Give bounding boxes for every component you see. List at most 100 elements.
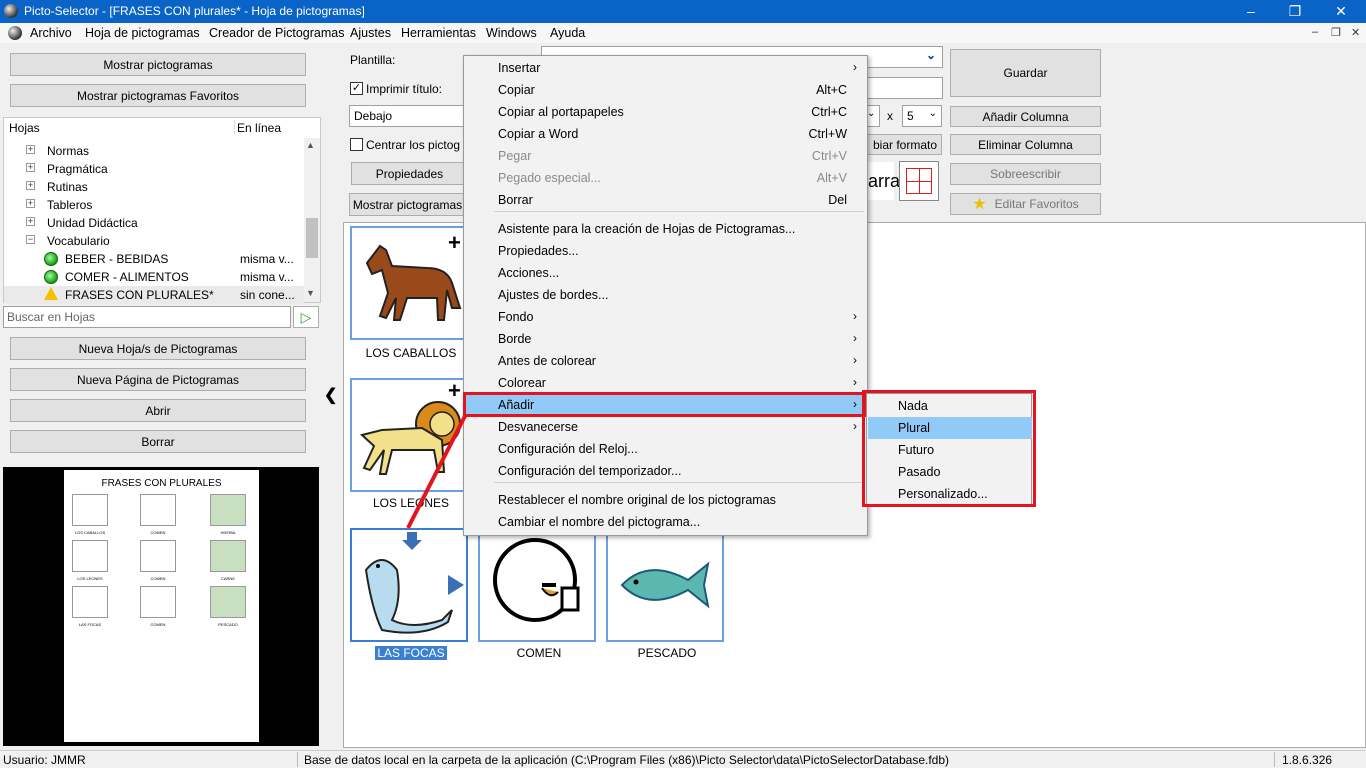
- preview-picto-label: CARNE: [220, 576, 235, 581]
- mdi-close-icon[interactable]: ✕: [1351, 26, 1360, 39]
- edit-favorites-button[interactable]: ★ Editar Favoritos: [950, 193, 1101, 215]
- context-menu-item-copiar-a-word[interactable]: Copiar a Word Ctrl+W: [464, 123, 867, 145]
- menu-windows[interactable]: Windows: [486, 26, 537, 40]
- restore-icon[interactable]: ❐: [1272, 0, 1318, 23]
- grid-layout-icon[interactable]: [899, 161, 939, 201]
- show-favorites-button[interactable]: Mostrar pictogramas Favoritos: [10, 84, 306, 107]
- context-menu-item-pegado-especial[interactable]: Pegado especial... Alt+V: [464, 167, 867, 189]
- show-pictos-toolbar-button[interactable]: Mostrar pictogramas: [349, 193, 466, 216]
- context-menu-item-configuración-del-reloj[interactable]: Configuración del Reloj...: [464, 438, 867, 460]
- context-menu-item-insertar[interactable]: Insertar ›: [464, 57, 867, 79]
- menu-ayuda[interactable]: Ayuda: [550, 26, 585, 40]
- tree-item-frases-plurales[interactable]: FRASES CON PLURALES* sin cone...: [4, 286, 304, 304]
- new-page-button[interactable]: Nueva Página de Pictogramas: [10, 368, 306, 391]
- save-button[interactable]: Guardar: [950, 49, 1101, 97]
- menu-separator: [494, 482, 864, 483]
- tree-group-unidad-didactica[interactable]: + Unidad Didáctica: [4, 214, 304, 232]
- preview-picto-label: HIERBA: [220, 530, 236, 535]
- minimize-icon[interactable]: –: [1228, 0, 1274, 23]
- center-pictos-checkbox[interactable]: [350, 138, 363, 151]
- chevron-right-icon: ›: [853, 353, 857, 367]
- preview-picto: [72, 586, 108, 618]
- context-menu-item-fondo[interactable]: Fondo ›: [464, 306, 867, 328]
- page-preview: FRASES CON PLURALES LOS CABALLOS COMEN HIE…: [3, 467, 319, 746]
- chevron-right-icon: ›: [853, 309, 857, 323]
- context-menu-item-pegar[interactable]: Pegar Ctrl+V: [464, 145, 867, 167]
- svg-text:+: +: [448, 380, 461, 403]
- tree-group-tableros[interactable]: + Tableros: [4, 196, 304, 214]
- tree-item-beber-bebidas[interactable]: BEBER - BEBIDAS misma v...: [4, 250, 304, 268]
- context-menu-item-copiar-al-portapapeles[interactable]: Copiar al portapapeles Ctrl+C: [464, 101, 867, 123]
- search-go-button[interactable]: ▷: [293, 306, 319, 328]
- tree-group-rutinas[interactable]: + Rutinas: [4, 178, 304, 196]
- menu-creador-pictogramas[interactable]: Creador de Pictogramas: [209, 26, 344, 40]
- picto-cell[interactable]: [606, 528, 724, 642]
- preview-picto: [210, 494, 246, 526]
- context-menu-item-restablecer-el-nombre-original-de-los-pictogramas[interactable]: Restablecer el nombre original de los pi…: [464, 489, 867, 511]
- context-menu-item-borrar[interactable]: Borrar Del: [464, 189, 867, 211]
- tree-scrollbar[interactable]: ▲ ▼: [304, 138, 320, 302]
- chevron-down-icon: ⌄: [925, 48, 936, 62]
- picto-label: COMEN: [516, 646, 562, 660]
- picto-cell[interactable]: [478, 528, 596, 642]
- scroll-up-icon[interactable]: ▲: [306, 140, 315, 150]
- properties-button[interactable]: Propiedades: [351, 162, 468, 185]
- menu-hoja-pictogramas[interactable]: Hoja de pictogramas: [85, 26, 200, 40]
- scroll-down-icon[interactable]: ▼: [306, 288, 315, 298]
- mdi-restore-icon[interactable]: ❐: [1331, 26, 1341, 39]
- sheets-tree[interactable]: Hojas En línea + Normas + Pragmática + Ruti…: [3, 117, 321, 304]
- delete-column-button[interactable]: Eliminar Columna: [950, 134, 1101, 155]
- tree-header-sheets[interactable]: Hojas: [9, 121, 40, 135]
- add-column-button[interactable]: Añadir Columna: [950, 106, 1101, 127]
- fish-icon: [620, 561, 710, 609]
- tree-group-vocabulario[interactable]: − Vocabulario: [4, 232, 304, 250]
- collapse-panel-icon[interactable]: ❮: [324, 385, 337, 405]
- print-title-checkbox[interactable]: ✓: [350, 82, 363, 95]
- preview-picto: [210, 540, 246, 572]
- new-sheet-button[interactable]: Nueva Hoja/s de Pictogramas: [10, 337, 306, 360]
- change-format-button[interactable]: biar formato: [866, 134, 942, 155]
- preview-picto-label: LOS CABALLOS: [74, 530, 106, 535]
- mdi-minimize-icon[interactable]: –: [1312, 26, 1318, 38]
- close-icon[interactable]: ✕: [1318, 0, 1364, 23]
- print-title-label: Imprimir título:: [366, 82, 443, 96]
- context-menu-item-ajustes-de-bordes[interactable]: Ajustes de bordes...: [464, 284, 867, 306]
- context-menu-item-propiedades[interactable]: Propiedades...: [464, 240, 867, 262]
- status-user: Usuario: JMMR: [3, 753, 86, 767]
- open-button[interactable]: Abrir: [10, 399, 306, 422]
- context-menu-item-asistente-para-la-creación-de-hojas-de-pictogramas[interactable]: Asistente para la creación de Hojas de P…: [464, 218, 867, 240]
- context-menu-item-colorear[interactable]: Colorear ›: [464, 372, 867, 394]
- menu-herramientas[interactable]: Herramientas: [401, 26, 476, 40]
- chevron-right-icon: ›: [853, 60, 857, 74]
- rows-select[interactable]: ⌄: [866, 105, 880, 127]
- preview-picto: [210, 586, 246, 618]
- context-menu-item-borde[interactable]: Borde ›: [464, 328, 867, 350]
- menu-archivo[interactable]: Archivo: [30, 26, 72, 40]
- preview-page: FRASES CON PLURALES LOS CABALLOS COMEN HIE…: [64, 470, 259, 742]
- status-ok-icon: [44, 270, 58, 284]
- tree-group-pragmatica[interactable]: + Pragmática: [4, 160, 304, 178]
- tree-group-normas[interactable]: + Normas: [4, 142, 304, 160]
- picto-cell-selected[interactable]: [350, 528, 468, 642]
- horse-icon: +: [365, 230, 462, 321]
- context-menu-item-desvanecerse[interactable]: Desvanecerse ›: [464, 416, 867, 438]
- scroll-thumb[interactable]: [306, 218, 318, 258]
- x-label: x: [887, 109, 893, 123]
- overwrite-button[interactable]: Sobreescribir: [950, 163, 1101, 185]
- menu-ajustes[interactable]: Ajustes: [350, 26, 391, 40]
- context-menu-item-antes-de-colorear[interactable]: Antes de colorear ›: [464, 350, 867, 372]
- cols-select[interactable]: 5 ⌄: [902, 105, 942, 127]
- context-menu-item-configuración-del-temporizador[interactable]: Configuración del temporizador...: [464, 460, 867, 482]
- delete-button[interactable]: Borrar: [10, 430, 306, 453]
- tree-item-comer-alimentos[interactable]: COMER - ALIMENTOS misma v...: [4, 268, 304, 286]
- title-position-select[interactable]: Debajo: [349, 105, 464, 127]
- document-icon[interactable]: [8, 26, 22, 40]
- picto-cell[interactable]: +: [350, 226, 468, 340]
- tree-header-online[interactable]: En línea: [237, 121, 281, 135]
- search-sheets-input[interactable]: Buscar en Hojas: [3, 306, 291, 328]
- context-menu-item-copiar[interactable]: Copiar Alt+C: [464, 79, 867, 101]
- context-menu-item-cambiar-el-nombre-del-pictograma[interactable]: Cambiar el nombre del pictograma...: [464, 511, 867, 533]
- annotation-arrow: [406, 413, 468, 529]
- show-pictos-button[interactable]: Mostrar pictogramas: [10, 53, 306, 76]
- context-menu-item-acciones[interactable]: Acciones...: [464, 262, 867, 284]
